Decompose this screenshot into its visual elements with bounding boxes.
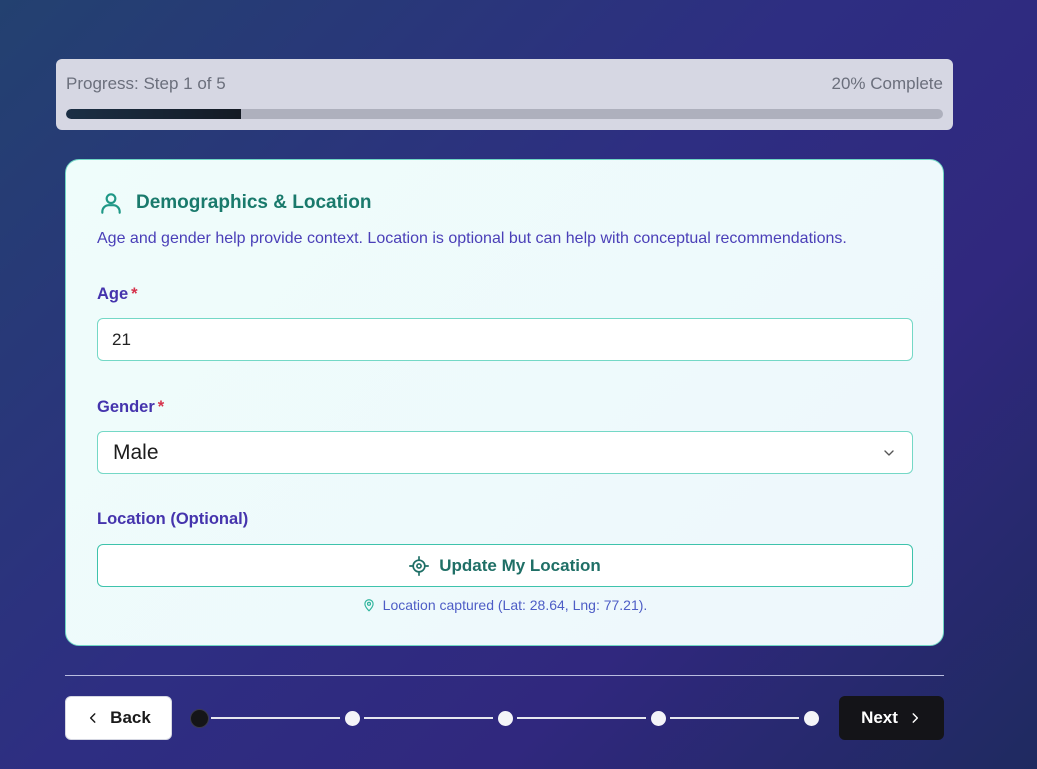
- progress-bar-fill: [66, 109, 242, 119]
- section-header: Demographics & Location: [98, 190, 371, 216]
- step-indicator: [189, 707, 819, 729]
- step-dot-current[interactable]: [189, 709, 209, 728]
- gender-select[interactable]: Male: [97, 431, 913, 474]
- back-button[interactable]: Back: [65, 696, 172, 740]
- age-required-mark: *: [131, 285, 138, 303]
- back-button-label: Back: [110, 708, 151, 727]
- gender-required-mark: *: [157, 398, 165, 416]
- step-dot[interactable]: [803, 711, 819, 726]
- demographics-form-card: Demographics & Location Age and gender h…: [65, 159, 944, 646]
- step-connector: [364, 717, 493, 719]
- step-connector: [670, 717, 799, 719]
- update-location-label: Update My Location: [439, 555, 601, 575]
- step-dot[interactable]: [344, 711, 360, 726]
- section-description: Age and gender help provide context. Loc…: [97, 230, 847, 247]
- next-button-label: Next: [861, 708, 898, 727]
- section-title: Demographics & Location: [136, 192, 372, 213]
- chevron-right-icon: [912, 713, 918, 723]
- progress-percent-text: 20% Complete: [831, 74, 943, 93]
- chevron-left-icon: [90, 713, 96, 723]
- age-input[interactable]: [97, 318, 913, 361]
- age-label: Age *: [97, 285, 138, 304]
- gender-label-text: Gender: [97, 398, 155, 416]
- age-label-text: Age: [97, 285, 129, 303]
- step-connector: [211, 717, 340, 719]
- user-icon: [101, 193, 121, 214]
- location-status: Location captured (Lat: 28.64, Lng: 77.2…: [66, 597, 943, 613]
- location-label: Location (Optional): [97, 510, 249, 528]
- progress-panel: Progress: Step 1 of 5 20% Complete: [56, 59, 953, 130]
- gender-label: Gender *: [97, 398, 164, 417]
- progress-bar: [66, 109, 943, 119]
- update-location-button[interactable]: Update My Location: [97, 544, 913, 587]
- step-dot[interactable]: [650, 711, 666, 726]
- map-pin-icon: [364, 599, 374, 612]
- step-connector: [517, 717, 646, 719]
- divider: [65, 675, 944, 676]
- gender-selected-value: Male: [113, 440, 159, 464]
- location-status-text: Location captured (Lat: 28.64, Lng: 77.2…: [382, 597, 648, 613]
- step-dot[interactable]: [497, 711, 513, 726]
- next-button[interactable]: Next: [839, 696, 944, 740]
- crosshair-icon: [409, 555, 430, 576]
- chevron-down-icon: [884, 449, 894, 456]
- progress-step-text: Progress: Step 1 of 5: [66, 74, 226, 93]
